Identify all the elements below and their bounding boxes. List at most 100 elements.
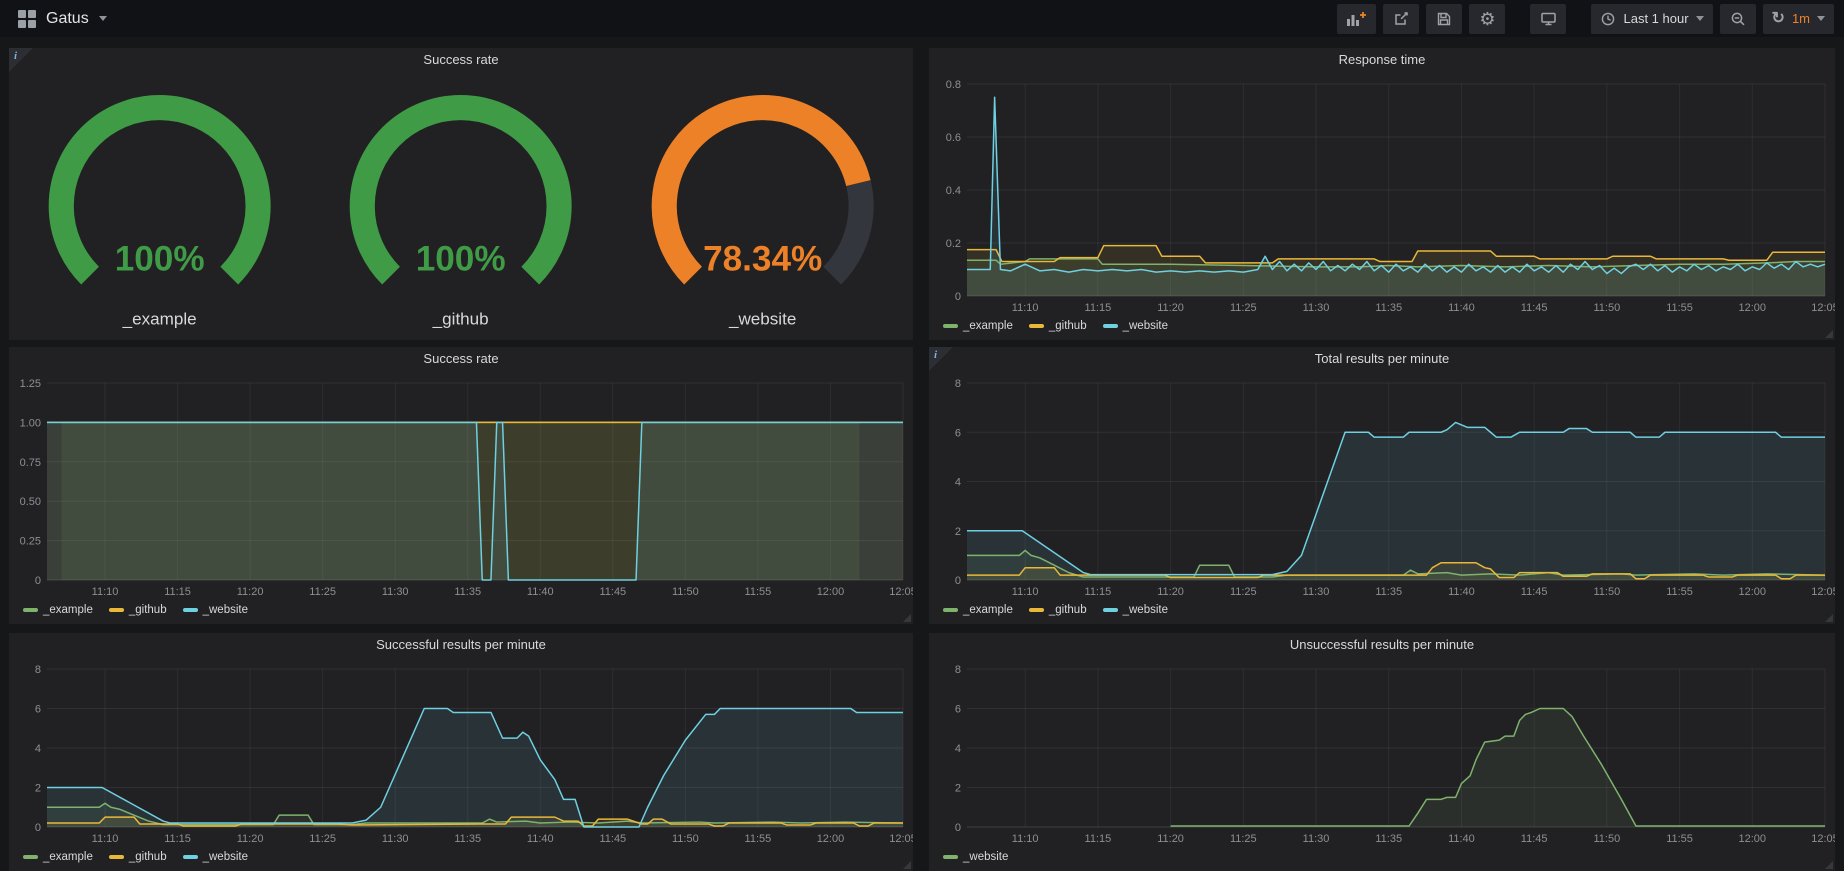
svg-text:11:30: 11:30 xyxy=(1303,833,1330,845)
svg-text:12:05: 12:05 xyxy=(889,586,913,598)
svg-text:11:40: 11:40 xyxy=(1448,833,1475,845)
legend-item-_example[interactable]: _example xyxy=(23,851,93,863)
svg-text:0.8: 0.8 xyxy=(946,79,961,91)
svg-text:4: 4 xyxy=(955,743,961,755)
panel-resize-handle[interactable] xyxy=(903,614,911,622)
chart-svg: 00.20.40.60.811:1011:1511:2011:2511:3011… xyxy=(929,72,1835,316)
svg-text:0: 0 xyxy=(35,575,41,587)
gauge-_github: 100%_github xyxy=(310,72,611,340)
refresh-interval-label: 1m xyxy=(1792,11,1810,26)
legend-item-_website[interactable]: _website xyxy=(943,851,1008,863)
legend-item-_github[interactable]: _github xyxy=(1029,320,1087,332)
legend-color-dash xyxy=(943,608,958,612)
svg-text:11:35: 11:35 xyxy=(1375,586,1402,598)
dashboard-title-menu[interactable]: Gatus xyxy=(10,10,115,28)
legend-item-_github[interactable]: _github xyxy=(109,604,167,616)
svg-text:6: 6 xyxy=(955,704,961,716)
svg-text:11:20: 11:20 xyxy=(237,833,264,845)
svg-text:11:25: 11:25 xyxy=(309,586,336,598)
svg-text:2: 2 xyxy=(955,526,961,538)
panel-total-results: i Total results per minute 0246811:1011:… xyxy=(929,347,1835,624)
chart-plot-area[interactable]: 0246811:1011:1511:2011:2511:3011:3511:40… xyxy=(9,657,913,847)
share-icon xyxy=(1393,11,1409,27)
legend-color-dash xyxy=(183,608,198,612)
svg-text:78.34%: 78.34% xyxy=(703,239,822,278)
info-corner[interactable] xyxy=(9,48,33,72)
chart-plot-area[interactable]: 00.20.40.60.811:1011:1511:2011:2511:3011… xyxy=(929,72,1835,316)
svg-text:2: 2 xyxy=(955,783,961,795)
panel-title[interactable]: Total results per minute xyxy=(929,347,1835,371)
chart-svg: 0246811:1011:1511:2011:2511:3011:3511:40… xyxy=(9,657,913,847)
legend-item-_website[interactable]: _website xyxy=(183,604,248,616)
zoom-out-button[interactable] xyxy=(1720,4,1756,34)
panel-resize-handle[interactable] xyxy=(1825,614,1833,622)
gauge-_website: 78.34%_website xyxy=(612,72,913,340)
panel-title[interactable]: Response time xyxy=(929,48,1835,72)
legend-label: _github xyxy=(129,604,167,616)
svg-text:11:40: 11:40 xyxy=(527,586,554,598)
chart-legend: _example _github _website xyxy=(929,316,1835,340)
panel-title[interactable]: Success rate xyxy=(9,347,913,371)
legend-item-_github[interactable]: _github xyxy=(109,851,167,863)
cycle-view-button[interactable] xyxy=(1530,4,1566,34)
chevron-down-icon xyxy=(99,16,107,21)
legend-item-_website[interactable]: _website xyxy=(1103,320,1168,332)
navbar: Gatus ⚙ xyxy=(0,0,1844,37)
chart-plot-area[interactable]: 0246811:1011:1511:2011:2511:3011:3511:40… xyxy=(929,371,1835,600)
svg-text:11:35: 11:35 xyxy=(1375,302,1402,314)
svg-text:0.75: 0.75 xyxy=(20,457,41,469)
info-corner[interactable] xyxy=(929,347,953,371)
svg-text:11:20: 11:20 xyxy=(1157,586,1184,598)
legend-color-dash xyxy=(943,324,958,328)
legend-item-_github[interactable]: _github xyxy=(1029,604,1087,616)
svg-text:11:50: 11:50 xyxy=(1594,302,1621,314)
zoom-out-icon xyxy=(1730,11,1746,27)
legend-color-dash xyxy=(1103,608,1118,612)
svg-text:11:35: 11:35 xyxy=(454,586,481,598)
legend-item-_example[interactable]: _example xyxy=(23,604,93,616)
chart-plot-area[interactable]: 0246811:1011:1511:2011:2511:3011:3511:40… xyxy=(929,657,1835,847)
panel-resize-handle[interactable] xyxy=(1825,861,1833,869)
svg-text:11:40: 11:40 xyxy=(1448,586,1475,598)
svg-text:0: 0 xyxy=(955,822,961,834)
grafana-grid-icon[interactable] xyxy=(18,10,36,28)
legend-color-dash xyxy=(23,855,38,859)
panel-resize-handle[interactable] xyxy=(903,861,911,869)
chart-legend: _example _github _website xyxy=(9,600,913,624)
dashboard-title[interactable]: Gatus xyxy=(46,10,89,28)
legend-item-_example[interactable]: _example xyxy=(943,604,1013,616)
svg-text:6: 6 xyxy=(35,704,41,716)
svg-text:0: 0 xyxy=(955,575,961,587)
refresh-picker[interactable]: ↻ 1m xyxy=(1763,4,1834,34)
svg-text:11:25: 11:25 xyxy=(1230,586,1257,598)
legend-label: _website xyxy=(203,851,248,863)
add-panel-icon xyxy=(1346,11,1367,27)
legend-item-_example[interactable]: _example xyxy=(943,320,1013,332)
svg-text:0.25: 0.25 xyxy=(20,536,41,548)
svg-text:0.50: 0.50 xyxy=(20,496,41,508)
share-button[interactable] xyxy=(1383,4,1419,34)
legend-color-dash xyxy=(109,608,124,612)
add-panel-button[interactable] xyxy=(1337,4,1376,34)
save-button[interactable] xyxy=(1426,4,1462,34)
chart-plot-area[interactable]: 00.250.500.751.001.2511:1011:1511:2011:2… xyxy=(9,371,913,600)
settings-button[interactable]: ⚙ xyxy=(1469,4,1505,34)
svg-text:11:45: 11:45 xyxy=(599,833,626,845)
legend-item-_website[interactable]: _website xyxy=(183,851,248,863)
panel-title[interactable]: Successful results per minute xyxy=(9,633,913,657)
panel-title[interactable]: Success rate xyxy=(9,48,913,72)
legend-item-_website[interactable]: _website xyxy=(1103,604,1168,616)
gear-icon: ⚙ xyxy=(1479,10,1495,28)
time-range-picker[interactable]: Last 1 hour xyxy=(1591,4,1712,34)
save-icon xyxy=(1436,11,1452,27)
svg-text:11:55: 11:55 xyxy=(1666,302,1693,314)
chart-legend: _website xyxy=(929,847,1835,871)
svg-text:12:00: 12:00 xyxy=(1739,833,1767,845)
svg-text:11:10: 11:10 xyxy=(92,586,119,598)
chart-legend: _example _github _website xyxy=(9,847,913,871)
svg-text:0: 0 xyxy=(35,822,41,834)
panel-resize-handle[interactable] xyxy=(1825,330,1833,338)
panel-title[interactable]: Unsuccessful results per minute xyxy=(929,633,1835,657)
monitor-icon xyxy=(1540,11,1557,27)
chart-svg: 0246811:1011:1511:2011:2511:3011:3511:40… xyxy=(929,657,1835,847)
